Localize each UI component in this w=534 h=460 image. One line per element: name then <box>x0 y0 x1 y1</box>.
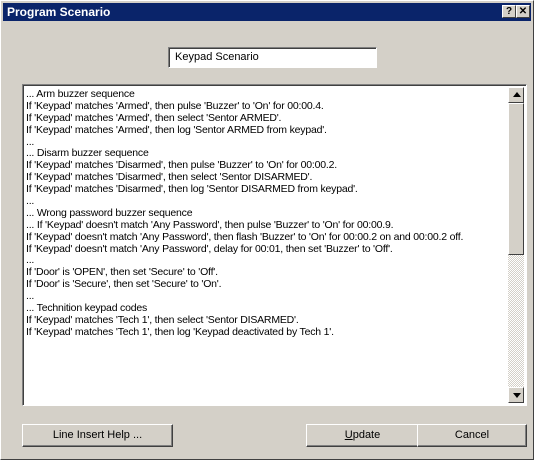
script-line: ... Wrong password buzzer sequence <box>26 206 193 219</box>
scenario-name-field[interactable]: Keypad Scenario <box>168 47 377 68</box>
scroll-down-button[interactable] <box>508 387 524 403</box>
scenario-script-textarea[interactable]: ... Arm buzzer sequence If 'Keypad' match… <box>22 84 527 406</box>
vertical-scrollbar[interactable] <box>508 87 524 403</box>
close-icon[interactable]: ✕ <box>516 5 530 18</box>
script-line: If 'Keypad' matches 'Disarmed', then log… <box>26 183 358 196</box>
update-button-accelerator: U <box>344 429 353 441</box>
script-line: If 'Keypad' matches 'Tech 1', then log '… <box>26 325 334 338</box>
cancel-button[interactable]: Cancel <box>417 424 527 447</box>
script-line: If 'Keypad' matches 'Armed', then select… <box>26 111 282 124</box>
program-scenario-dialog: Program Scenario ? ✕ Keypad Scenario ...… <box>0 0 534 460</box>
title-bar[interactable]: Program Scenario ? ✕ <box>3 3 531 21</box>
window-title: Program Scenario <box>7 5 111 19</box>
script-line: If 'Keypad' doesn't match 'Any Password'… <box>26 242 393 255</box>
script-line: If 'Keypad' doesn't match 'Any Password'… <box>26 230 464 243</box>
arrow-down-icon <box>513 393 521 398</box>
script-line: If 'Keypad' matches 'Armed', then pulse … <box>26 99 324 112</box>
update-button-rest: pdate <box>352 429 381 441</box>
line-insert-help-button[interactable]: Line Insert Help ... <box>22 424 173 447</box>
help-icon[interactable]: ? <box>502 5 516 18</box>
script-line: ... If 'Keypad' doesn't match 'Any Passw… <box>26 218 394 231</box>
arrow-up-icon <box>513 92 521 97</box>
script-line: If 'Keypad' matches 'Armed', then log 'S… <box>26 123 327 136</box>
update-button[interactable]: Update <box>306 424 419 447</box>
script-lines: ... Arm buzzer sequence If 'Keypad' match… <box>26 89 508 339</box>
script-line: If 'Door' is 'Secure', then set 'Secure'… <box>26 278 222 291</box>
scrollbar-thumb[interactable] <box>508 103 524 255</box>
scroll-up-button[interactable] <box>508 87 524 103</box>
